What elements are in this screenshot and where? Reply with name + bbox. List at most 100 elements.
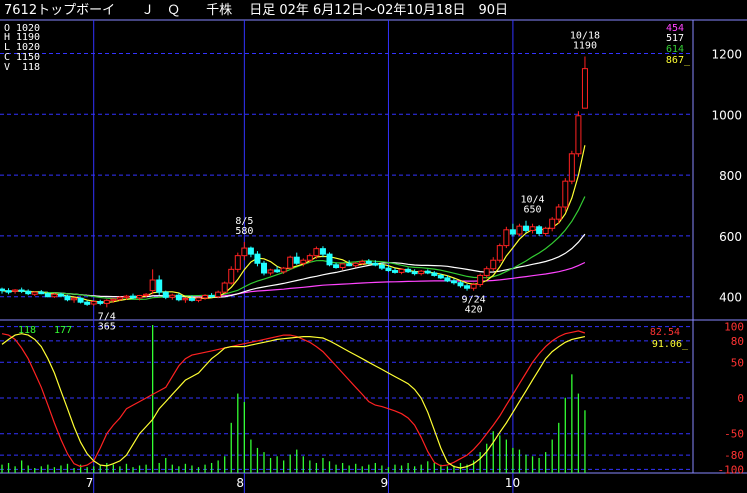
price-tick-label: 600	[719, 230, 742, 244]
candle-body-down	[64, 295, 71, 301]
candle-body-up	[234, 255, 241, 270]
candle-body-up	[398, 268, 405, 273]
candle-body-down	[254, 253, 261, 264]
candle-body-up	[352, 262, 359, 267]
moving-averages	[1, 145, 586, 304]
candle-body-down	[378, 264, 385, 269]
price-tick-label: 400	[719, 291, 742, 305]
stock-chart-window: 7 8 9 10 400 600 800 1000 1200 100 80 50 0 -50 -80 -100…	[0, 0, 747, 493]
candle-body-up	[267, 269, 274, 274]
candle-body-up	[110, 298, 117, 301]
candle-body-up	[31, 291, 38, 295]
osc-legend-d: 91.06_	[652, 339, 689, 350]
osc-line-k	[1, 333, 586, 469]
candle-body-up	[313, 248, 320, 257]
volume-value: 118	[22, 62, 40, 73]
candle-body-down	[5, 290, 12, 293]
stock-chart: 7 8 9 10 400 600 800 1000 1200 10080 50 0 -50 -80-100…	[0, 3, 747, 493]
candle-body-up	[568, 153, 575, 182]
month-label: 9	[380, 476, 388, 490]
oscillator	[1, 330, 586, 469]
candle-body-down	[156, 279, 163, 293]
candle-body-down	[25, 290, 32, 295]
candle-body-down	[97, 301, 104, 304]
candle-body-down	[84, 301, 91, 305]
candle-body-down	[319, 248, 326, 255]
candle-body-up	[581, 68, 588, 109]
candlesticks	[0, 56, 588, 308]
candle-body-up	[542, 227, 549, 234]
candle-body-down	[444, 277, 451, 282]
price-tick-label: 800	[719, 169, 742, 183]
candle-body-up	[516, 225, 523, 235]
candle-body-up	[90, 301, 97, 305]
candle-body-down	[175, 294, 182, 301]
candle-body-up	[215, 291, 222, 298]
candle-body-up	[149, 279, 156, 292]
candle-body-down	[130, 295, 136, 299]
month-label: 10	[505, 476, 520, 490]
osc-legend: 82.54 91.06_	[650, 327, 689, 350]
candle-body-up	[477, 274, 484, 286]
candle-body-up	[71, 297, 78, 301]
candle-body-down	[162, 291, 169, 298]
candle-body-up	[228, 268, 235, 284]
candle-body-up	[575, 115, 582, 155]
candle-body-down	[405, 268, 412, 273]
candle-body-down	[372, 262, 379, 266]
candle-body-up	[490, 259, 497, 270]
candle-body-down	[509, 229, 516, 235]
candle-body-up	[339, 263, 346, 269]
candle-body-up	[287, 256, 294, 269]
price-tick-label: 1200	[711, 47, 742, 61]
grid-layer: 7 8 9 10 400 600 800 1000 1200 10080 50 0 -50 -80-100	[0, 19, 747, 493]
labels: 8/55807/43659/2442010/465010/181190	[98, 30, 600, 332]
candle-body-up	[182, 298, 189, 301]
annotation-price: 1190	[573, 40, 597, 51]
candle-body-down	[18, 289, 25, 292]
candle-body-up	[529, 226, 536, 231]
candle-body-up	[103, 299, 110, 304]
osc-tick-label: -80	[724, 449, 744, 462]
candle-body-down	[0, 288, 5, 292]
month-label: 8	[236, 476, 244, 490]
candle-body-down	[333, 264, 340, 269]
annotation-price: 365	[98, 321, 116, 332]
osc-tick-label: -100	[718, 463, 745, 476]
candle-body-down	[365, 260, 372, 264]
volume-bars	[1, 325, 586, 473]
ma-legend-4: 867_	[666, 55, 691, 66]
candle-body-up	[12, 289, 19, 292]
candle-body-down	[247, 247, 254, 255]
candle-body-down	[437, 274, 444, 279]
candle-body-down	[208, 294, 215, 298]
osc-tick-label: 0	[737, 392, 744, 405]
candle-body-up	[123, 295, 130, 298]
candle-body-down	[77, 297, 84, 303]
candle-body-down	[392, 270, 398, 273]
candle-body-down	[274, 269, 281, 273]
candle-body-up	[136, 294, 143, 299]
osc-tick-label: -50	[724, 428, 744, 441]
price-tick-label: 1000	[711, 108, 742, 122]
candle-body-up	[483, 268, 490, 276]
chart-title: 7612トップボーイ Ｊ Ｑ 千株 日足 02年 6月12日～02年10月18日…	[4, 3, 508, 18]
annotation-price: 420	[465, 305, 483, 316]
candle-body-up	[169, 294, 176, 298]
candle-body-up	[202, 294, 209, 299]
volume-label: V	[4, 62, 10, 73]
annotation-price: 650	[524, 205, 542, 216]
candle-body-up	[359, 260, 366, 264]
ohlcv-readout: O 1020 H 1190 L 1020 C 1150 V 118	[4, 23, 40, 73]
volume-legend-1: 118	[18, 325, 36, 336]
candle-body-up	[418, 270, 425, 275]
candle-body-down	[385, 267, 392, 272]
candle-body-down	[261, 262, 267, 274]
candle-body-down	[457, 282, 464, 287]
candle-body-down	[536, 226, 543, 234]
candle-body-down	[38, 291, 45, 295]
candle-body-down	[411, 271, 418, 275]
candle-body-up	[195, 297, 202, 301]
osc-legend-k: 82.54	[650, 327, 680, 338]
candle-body-down	[523, 225, 529, 231]
